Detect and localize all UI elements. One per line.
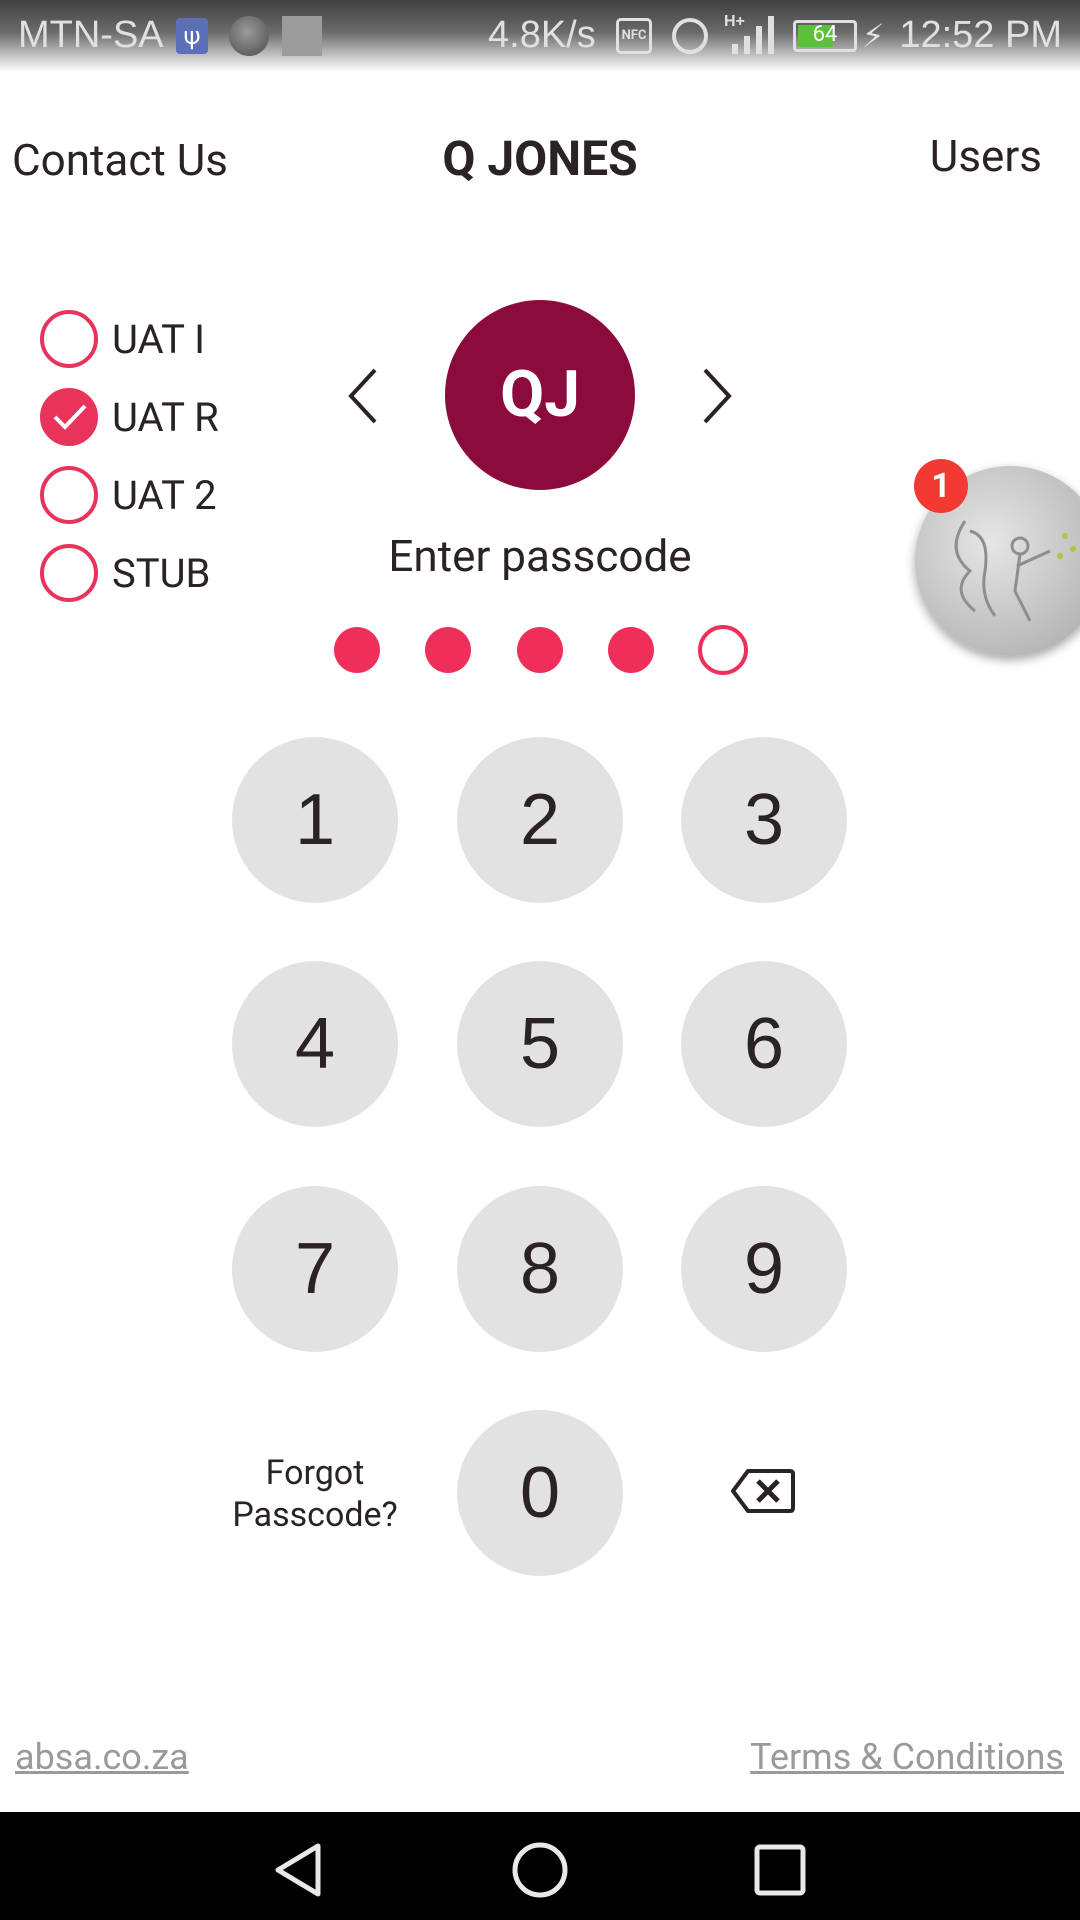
users-link[interactable]: Users xyxy=(930,130,1042,182)
key-3[interactable]: 3 xyxy=(681,737,847,903)
environment-option[interactable]: UAT I xyxy=(40,300,219,378)
charging-icon: ⚡ xyxy=(862,17,885,55)
nfc-icon: NFC xyxy=(616,18,652,54)
key-5[interactable]: 5 xyxy=(457,961,623,1127)
key-4[interactable]: 4 xyxy=(232,961,398,1127)
battery-level: 64 xyxy=(812,22,838,47)
radio-unchecked-icon[interactable] xyxy=(40,310,98,368)
passcode-dot-filled xyxy=(425,627,471,673)
next-user-chevron-icon[interactable] xyxy=(695,366,735,426)
environment-label: UAT 2 xyxy=(112,471,217,519)
network-speed: 4.8K/s xyxy=(488,14,596,56)
passcode-dot-filled xyxy=(608,627,654,673)
signal-icon: H+ xyxy=(724,13,774,54)
environment-option[interactable]: UAT 2 xyxy=(40,456,219,534)
carrier-name: MTN-SA xyxy=(18,14,164,56)
backspace-icon[interactable] xyxy=(730,1468,796,1514)
image-notification-icon xyxy=(282,16,322,56)
contact-photo-icon xyxy=(229,16,269,56)
radio-checked-icon[interactable] xyxy=(40,388,98,446)
forgot-passcode-button[interactable]: Forgot Passcode? xyxy=(215,1452,415,1536)
environment-label: UAT R xyxy=(112,393,219,441)
key-7[interactable]: 7 xyxy=(232,1186,398,1352)
key-2[interactable]: 2 xyxy=(457,737,623,903)
contact-us-link[interactable]: Contact Us xyxy=(12,134,228,186)
environment-option[interactable]: UAT R xyxy=(40,378,219,456)
status-bar: MTN-SA ψ 4.8K/s NFC H+ 64 ⚡ 12:52 PM xyxy=(0,0,1080,72)
back-triangle-icon[interactable] xyxy=(270,1840,330,1900)
terms-and-conditions-link[interactable]: Terms & Conditions xyxy=(750,1736,1064,1778)
passcode-dot-empty xyxy=(698,625,748,675)
fairy-illustration-icon xyxy=(954,520,1076,622)
key-0[interactable]: 0 xyxy=(457,1410,623,1576)
absa-website-link[interactable]: absa.co.za xyxy=(15,1736,189,1778)
home-circle-icon[interactable] xyxy=(510,1840,570,1900)
key-9[interactable]: 9 xyxy=(681,1186,847,1352)
environment-label: UAT I xyxy=(112,315,205,363)
battery-icon: 64 xyxy=(793,20,857,52)
passcode-dot-filled xyxy=(334,627,380,673)
key-1[interactable]: 1 xyxy=(232,737,398,903)
notification-badge: 1 xyxy=(914,459,968,513)
user-avatar: QJ xyxy=(445,300,635,490)
usb-icon: ψ xyxy=(176,18,208,54)
key-6[interactable]: 6 xyxy=(681,961,847,1127)
passcode-indicator xyxy=(0,625,1080,675)
clock: 12:52 PM xyxy=(899,14,1062,56)
radio-unchecked-icon[interactable] xyxy=(40,466,98,524)
network-type-label: H+ xyxy=(724,13,745,30)
forgot-line-2: Passcode? xyxy=(232,1495,398,1535)
key-8[interactable]: 8 xyxy=(457,1186,623,1352)
system-navigation-bar xyxy=(0,1812,1080,1920)
previous-user-chevron-icon[interactable] xyxy=(345,366,385,426)
forgot-line-1: Forgot xyxy=(265,1453,365,1493)
passcode-dot-filled xyxy=(517,627,563,673)
recent-apps-square-icon[interactable] xyxy=(750,1840,810,1900)
alarm-icon xyxy=(672,18,708,54)
